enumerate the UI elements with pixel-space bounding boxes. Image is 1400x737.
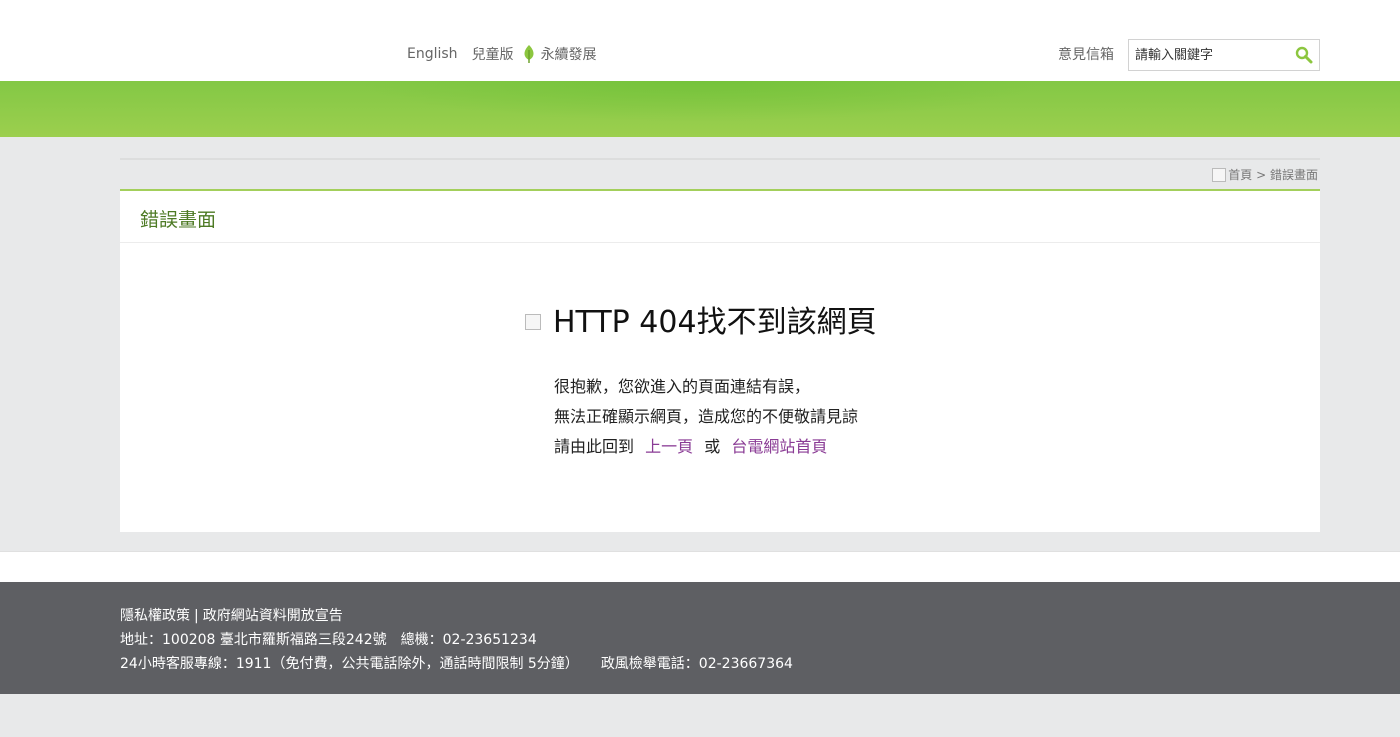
search-input[interactable] [1129, 40, 1295, 70]
privacy-policy-link[interactable]: 隱私權政策 [120, 608, 190, 624]
breadcrumb-divider [120, 158, 1320, 160]
footer-links: 隱私權政策 | 政府網站資料開放宣告 [120, 605, 343, 625]
open-data-declaration-link[interactable]: 政府網站資料開放宣告 [203, 608, 343, 624]
footer-spacer [0, 551, 1400, 582]
home-image-icon [1212, 167, 1227, 182]
search-icon[interactable] [1295, 46, 1313, 64]
page-title: 錯誤畫面 [140, 209, 217, 231]
error-message-line3: 請由此回到 上一頁 或 台電網站首頁 [554, 433, 827, 457]
search-box [1128, 39, 1320, 71]
footer-address: 地址：100208 臺北市羅斯福路三段242號 [120, 632, 387, 648]
breadcrumb-separator: > [1252, 167, 1270, 182]
sustainability-link[interactable]: 永續發展 [541, 44, 597, 64]
previous-page-link[interactable]: 上一頁 [645, 437, 693, 456]
top-nav: English 兒童版 永續發展 [407, 44, 597, 64]
footer-address-row: 地址：100208 臺北市羅斯福路三段242號 總機：02-23651234 [120, 629, 537, 649]
feedback-mailbox-link[interactable]: 意見信箱 [1058, 44, 1114, 64]
footer-hotline: 24小時客服專線：1911（免付費，公共電話除外，通話時間限制 5分鐘） [120, 656, 579, 672]
breadcrumb-current: 錯誤畫面 [1269, 168, 1318, 182]
site-header: English 兒童版 永續發展 意見信箱 [0, 0, 1400, 81]
breadcrumb-home-link[interactable]: 首頁 [1228, 166, 1252, 183]
footer-ethics-phone: 政風檢舉電話：02-23667364 [600, 656, 793, 672]
or-text: 或 [704, 437, 721, 456]
error-message-line2: 無法正確顯示網頁，造成您的不便敬請見諒 [554, 407, 859, 426]
breadcrumb: 首頁 > 錯誤畫面 [1212, 166, 1318, 183]
footer-link-divider: | [194, 608, 199, 624]
content-panel: 錯誤畫面 HTTP 404找不到該網頁 很抱歉，您欲進入的頁面連結有誤， 無法正… [120, 189, 1320, 532]
kids-version-link[interactable]: 兒童版 [472, 44, 514, 64]
homepage-link[interactable]: 台電網站首頁 [731, 437, 827, 456]
green-banner [0, 81, 1400, 137]
english-link[interactable]: English [407, 46, 458, 62]
leaf-icon [522, 44, 536, 64]
error-message-line1: 很抱歉，您欲進入的頁面連結有誤， [554, 377, 811, 396]
return-prefix: 請由此回到 [554, 437, 635, 456]
error-image-icon [525, 314, 541, 330]
site-footer: 隱私權政策 | 政府網站資料開放宣告 地址：100208 臺北市羅斯福路三段242號… [0, 582, 1400, 694]
error-heading: HTTP 404找不到該網頁 [553, 305, 877, 340]
panel-divider [120, 242, 1320, 243]
footer-contact-row: 24小時客服專線：1911（免付費，公共電話除外，通話時間限制 5分鐘） 政風檢舉… [120, 653, 793, 673]
footer-switchboard: 總機：02-23651234 [400, 632, 537, 648]
